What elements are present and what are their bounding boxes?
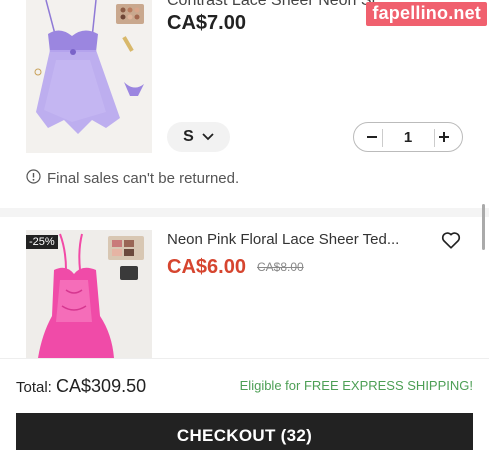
final-sale-text: Final sales can't be returned. (47, 170, 240, 187)
final-sale-notice: Final sales can't be returned. (26, 169, 239, 188)
checkout-button[interactable]: CHECKOUT (32) (16, 413, 473, 450)
stepper-divider (434, 129, 435, 147)
order-total: Total: CA$309.50 (16, 376, 146, 397)
section-divider (0, 208, 489, 217)
total-label: Total: (16, 379, 52, 396)
total-amount: CA$309.50 (56, 376, 147, 396)
stepper-divider (382, 129, 383, 147)
chevron-down-icon (202, 128, 214, 146)
scrollbar[interactable] (482, 204, 485, 250)
product-title-item1[interactable]: Contrast Lace Sheer Neon Sl... (167, 0, 388, 10)
free-shipping-note: Eligible for FREE EXPRESS SHIPPING! (239, 378, 473, 393)
checkout-footer: Total: CA$309.50 Eligible for FREE EXPRE… (0, 358, 489, 450)
size-selector[interactable]: S (167, 122, 230, 152)
original-price-item2: CA$8.00 (257, 260, 304, 274)
size-value: S (183, 128, 194, 145)
product-image-item2[interactable] (26, 230, 152, 358)
quantity-value[interactable]: 1 (404, 129, 412, 146)
product-price-item1: CA$7.00 (167, 12, 246, 34)
minus-icon[interactable] (362, 127, 382, 147)
product-image-item1[interactable] (26, 0, 152, 153)
plus-icon[interactable] (434, 127, 454, 147)
discount-badge: -25% (26, 235, 58, 249)
sale-price-item2: CA$6.00 (167, 256, 246, 278)
product-title-item2[interactable]: Neon Pink Floral Lace Sheer Ted... (167, 231, 399, 248)
info-icon (26, 169, 41, 188)
heart-icon[interactable] (440, 229, 462, 251)
quantity-stepper[interactable]: 1 (353, 122, 463, 152)
watermark: fapellino.net (366, 2, 487, 26)
